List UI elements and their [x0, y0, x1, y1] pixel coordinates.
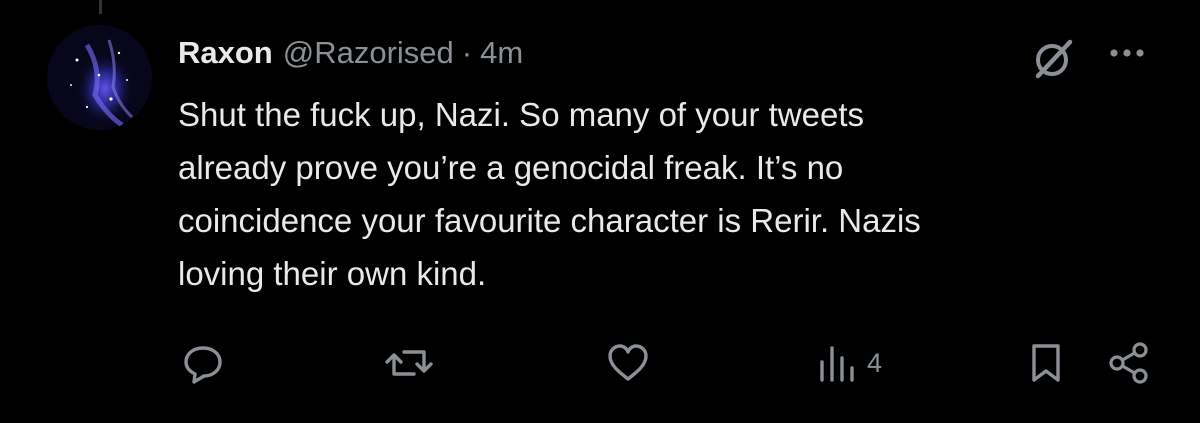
retweet-icon — [385, 350, 433, 376]
share-button[interactable] — [1106, 340, 1152, 386]
tweet-text: Shut the fuck up, Nazi. So many of your … — [178, 96, 921, 292]
views-icon — [820, 346, 854, 382]
author-display-name[interactable]: Raxon — [178, 35, 273, 71]
views-button[interactable]: 4 — [817, 340, 882, 386]
thread-connector-line — [99, 0, 102, 14]
bookmark-button[interactable] — [1028, 340, 1064, 386]
share-icon — [1109, 342, 1148, 384]
reply-button[interactable] — [180, 340, 226, 386]
tweet-timestamp[interactable]: 4m — [480, 35, 523, 71]
grok-icon[interactable] — [1030, 34, 1078, 82]
header-separator: · — [461, 35, 473, 70]
reply-icon — [184, 346, 222, 384]
more-options-icon[interactable] — [1108, 38, 1146, 68]
avatar[interactable] — [47, 25, 152, 130]
bookmark-icon — [1032, 344, 1060, 382]
author-handle[interactable]: @Razorised — [283, 35, 454, 71]
retweet-button[interactable] — [384, 340, 434, 386]
like-icon — [608, 344, 648, 381]
views-count: 4 — [867, 347, 883, 378]
tweet-header: Raxon @Razorised · 4m — [178, 30, 523, 76]
like-button[interactable] — [605, 340, 651, 386]
avatar-image — [47, 25, 152, 130]
